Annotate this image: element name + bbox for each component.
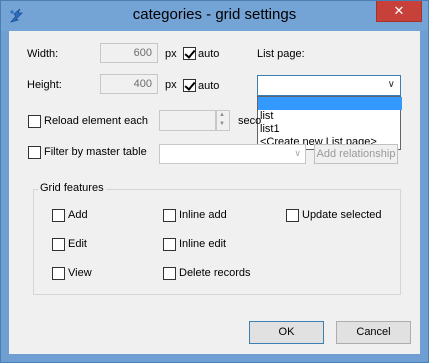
ok-button[interactable]: OK (249, 321, 324, 344)
height-unit: px (165, 79, 177, 91)
reload-label: Reload element each (44, 115, 148, 127)
update-selected-label: Update selected (302, 209, 382, 221)
chevron-down-icon[interactable]: ∨ (388, 79, 395, 90)
inline-edit-label: Inline edit (179, 238, 227, 250)
reload-unit-label: seconds (238, 115, 262, 127)
title-bar[interactable]: categories - grid settings ✕ (1, 1, 428, 31)
reload-spin-buttons[interactable]: ▲ ▼ (216, 110, 230, 131)
list-page-dropdown: list list1 <Create new List page> (257, 96, 402, 150)
delete-records-label: Delete records (179, 267, 251, 279)
width-auto-checkbox[interactable] (183, 47, 196, 60)
master-table-select[interactable]: ∨ (159, 144, 306, 164)
spin-up-icon[interactable]: ▲ (219, 112, 225, 118)
list-page-label: List page: (257, 48, 305, 60)
dialog-body: Width: 600 px auto Height: 400 px auto L… (9, 31, 420, 354)
width-unit: px (165, 48, 177, 60)
inline-add-checkbox[interactable] (163, 209, 176, 222)
edit-label: Edit (68, 238, 87, 250)
delete-records-checkbox[interactable] (163, 267, 176, 280)
filter-master-checkbox[interactable] (28, 146, 41, 159)
height-auto-label: auto (198, 80, 220, 92)
width-label: Width: (27, 48, 59, 60)
height-label: Height: (27, 79, 62, 91)
height-auto-checkbox[interactable] (183, 79, 196, 92)
list-page-option[interactable] (258, 97, 402, 110)
view-label: View (68, 267, 92, 279)
grid-features-title: Grid features (38, 182, 106, 194)
dialog-window: categories - grid settings ✕ Width: 600 … (0, 0, 429, 363)
chevron-down-icon[interactable]: ∨ (294, 148, 301, 159)
reload-seconds-input[interactable] (159, 110, 216, 131)
add-relationship-button[interactable]: Add relationship (314, 144, 398, 164)
inline-add-label: Inline add (179, 209, 227, 221)
width-input[interactable]: 600 (100, 43, 158, 63)
view-checkbox[interactable] (52, 267, 65, 280)
close-icon: ✕ (393, 3, 405, 18)
edit-checkbox[interactable] (52, 238, 65, 251)
list-page-select[interactable]: ∨ (257, 75, 401, 96)
add-checkbox[interactable] (52, 209, 65, 222)
update-selected-checkbox[interactable] (286, 209, 299, 222)
width-auto-label: auto (198, 48, 220, 60)
list-page-option[interactable]: list1 (258, 123, 402, 136)
cancel-button[interactable]: Cancel (336, 321, 411, 344)
filter-master-label: Filter by master table (44, 146, 147, 158)
reload-checkbox[interactable] (28, 115, 41, 128)
inline-edit-checkbox[interactable] (163, 238, 176, 251)
close-button[interactable]: ✕ (376, 1, 422, 22)
add-label: Add (68, 209, 88, 221)
spin-down-icon[interactable]: ▼ (219, 121, 225, 127)
height-input[interactable]: 400 (100, 74, 158, 94)
list-page-option[interactable]: list (258, 110, 402, 123)
window-title: categories - grid settings (132, 6, 297, 23)
